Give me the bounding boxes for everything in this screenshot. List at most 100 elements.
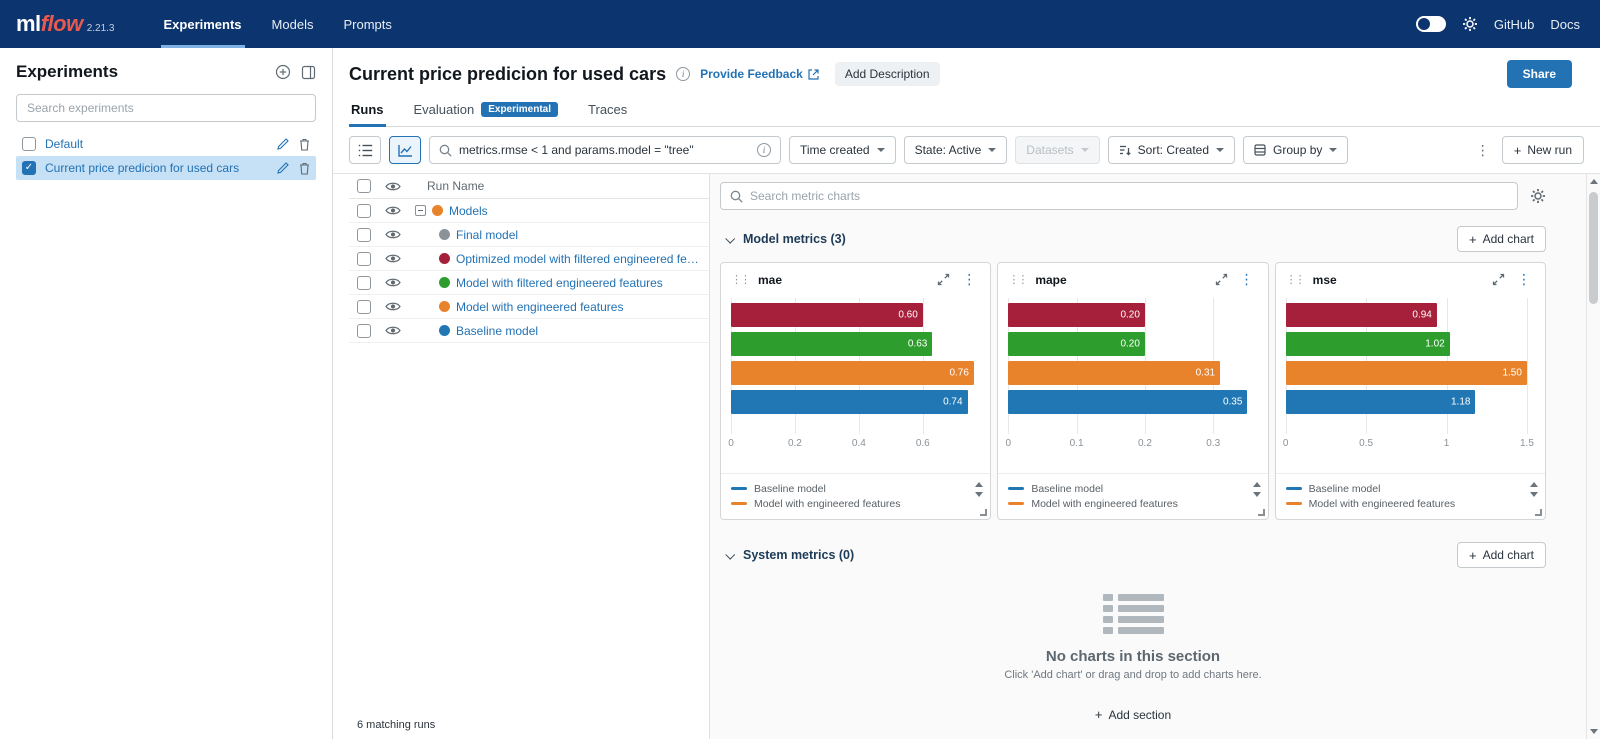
- drag-handle-icon[interactable]: ⋮⋮: [1008, 273, 1026, 286]
- nav-item-models[interactable]: Models: [257, 0, 329, 48]
- time-created-dropdown[interactable]: Time created: [789, 136, 896, 164]
- run-name-link[interactable]: Final model: [456, 228, 518, 242]
- run-name-link[interactable]: Model with filtered engineered features: [456, 276, 663, 290]
- metric-charts-search-box[interactable]: [720, 182, 1518, 210]
- drag-handle-icon[interactable]: ⋮⋮: [731, 273, 749, 286]
- scroll-up-icon[interactable]: [1587, 179, 1600, 184]
- state-dropdown[interactable]: State: Active: [904, 136, 1008, 164]
- row-checkbox[interactable]: [357, 228, 371, 242]
- visibility-eye-icon[interactable]: [385, 277, 401, 288]
- expand-chart-icon[interactable]: [937, 273, 950, 286]
- expand-chart-icon[interactable]: [1492, 273, 1505, 286]
- visibility-eye-icon[interactable]: [385, 181, 401, 192]
- tab-evaluation[interactable]: EvaluationExperimental: [412, 102, 561, 126]
- runs-search-input[interactable]: [459, 143, 750, 157]
- delete-trash-icon[interactable]: [299, 138, 310, 151]
- row-checkbox[interactable]: [357, 300, 371, 314]
- add-description-button[interactable]: Add Description: [835, 62, 940, 86]
- legend-scroll-down-icon[interactable]: [1253, 492, 1261, 497]
- visibility-eye-icon[interactable]: [385, 301, 401, 312]
- table-row[interactable]: Model with engineered features: [349, 295, 709, 319]
- scrollbar-thumb[interactable]: [1589, 192, 1598, 304]
- tab-runs[interactable]: Runs: [349, 102, 386, 126]
- table-row[interactable]: Model with filtered engineered features: [349, 271, 709, 295]
- create-experiment-icon[interactable]: [275, 64, 291, 80]
- experiment-checkbox[interactable]: [22, 161, 36, 175]
- resize-handle-icon[interactable]: [1258, 509, 1265, 516]
- mlflow-logo[interactable]: mlflow 2.21.3: [16, 11, 115, 37]
- charts-settings-gear-icon[interactable]: [1530, 188, 1546, 204]
- select-all-checkbox[interactable]: [357, 179, 371, 193]
- list-view-button[interactable]: [349, 136, 381, 164]
- chart-bar[interactable]: 1.02: [1286, 332, 1450, 356]
- run-name-link[interactable]: Model with engineered features: [456, 300, 623, 314]
- expand-chart-icon[interactable]: [1215, 273, 1228, 286]
- add-chart-button[interactable]: +Add chart: [1457, 542, 1546, 568]
- visibility-eye-icon[interactable]: [385, 325, 401, 336]
- group-by-dropdown[interactable]: Group by: [1243, 136, 1348, 164]
- settings-gear-icon[interactable]: [1462, 16, 1478, 32]
- search-experiments-input[interactable]: [16, 94, 316, 122]
- experiment-item-default[interactable]: Default: [16, 132, 316, 156]
- chart-menu-icon[interactable]: ⋮: [1236, 271, 1258, 288]
- experiment-info-icon[interactable]: i: [676, 67, 690, 81]
- table-row[interactable]: Baseline model: [349, 319, 709, 343]
- drag-handle-icon[interactable]: ⋮⋮: [1286, 273, 1304, 286]
- delete-trash-icon[interactable]: [299, 162, 310, 175]
- runs-search-box[interactable]: i: [429, 136, 781, 164]
- add-section-button[interactable]: + Add section: [1095, 707, 1171, 722]
- chart-bar[interactable]: 0.94: [1286, 303, 1437, 327]
- chart-menu-icon[interactable]: ⋮: [1513, 271, 1535, 288]
- toolbar-more-options-icon[interactable]: ⋮: [1472, 142, 1494, 159]
- search-info-icon[interactable]: i: [757, 143, 771, 157]
- nav-item-prompts[interactable]: Prompts: [328, 0, 406, 48]
- metric-charts-search-input[interactable]: [750, 189, 1508, 203]
- run-name-link[interactable]: Models: [449, 204, 488, 218]
- experiment-name-link[interactable]: Current price predicion for used cars: [45, 161, 268, 175]
- edit-pencil-icon[interactable]: [277, 162, 289, 174]
- docs-link[interactable]: Docs: [1550, 17, 1580, 32]
- legend-item[interactable]: Model with engineered features: [1286, 496, 1519, 511]
- experiment-item-current-price[interactable]: Current price predicion for used cars: [16, 156, 316, 180]
- scroll-down-icon[interactable]: [1587, 729, 1600, 734]
- new-run-button[interactable]: +New run: [1502, 136, 1584, 164]
- add-chart-button[interactable]: +Add chart: [1457, 226, 1546, 252]
- legend-scroll-up-icon[interactable]: [1530, 482, 1538, 487]
- row-checkbox[interactable]: [357, 204, 371, 218]
- row-checkbox[interactable]: [357, 276, 371, 290]
- chart-bar[interactable]: 0.60: [731, 303, 923, 327]
- experiment-checkbox[interactable]: [22, 137, 36, 151]
- nav-item-experiments[interactable]: Experiments: [149, 0, 257, 48]
- legend-scroll-down-icon[interactable]: [975, 492, 983, 497]
- chart-view-button[interactable]: [389, 136, 421, 164]
- chart-bar[interactable]: 1.50: [1286, 361, 1527, 385]
- legend-scroll-up-icon[interactable]: [1253, 482, 1261, 487]
- chart-bar[interactable]: 0.35: [1008, 390, 1247, 414]
- chart-bar[interactable]: 0.63: [731, 332, 932, 356]
- run-name-link[interactable]: Optimized model with filtered engineered…: [456, 252, 701, 266]
- collapse-minus-icon[interactable]: [415, 205, 426, 216]
- legend-item[interactable]: Baseline model: [1286, 481, 1519, 496]
- collapse-chevron-icon[interactable]: [725, 233, 735, 243]
- legend-item[interactable]: Model with engineered features: [1008, 496, 1241, 511]
- chart-bar[interactable]: 0.20: [1008, 303, 1145, 327]
- run-name-link[interactable]: Baseline model: [456, 324, 538, 338]
- table-row[interactable]: Final model: [349, 223, 709, 247]
- github-link[interactable]: GitHub: [1494, 17, 1534, 32]
- chart-menu-icon[interactable]: ⋮: [958, 271, 980, 288]
- legend-scroll-down-icon[interactable]: [1530, 492, 1538, 497]
- share-button[interactable]: Share: [1507, 60, 1572, 88]
- experiment-name-link[interactable]: Default: [45, 137, 268, 151]
- legend-scroll-up-icon[interactable]: [975, 482, 983, 487]
- collapse-chevron-icon[interactable]: [725, 549, 735, 559]
- sort-dropdown[interactable]: Sort: Created: [1108, 136, 1235, 164]
- pop-out-panel-icon[interactable]: [301, 65, 316, 80]
- theme-toggle[interactable]: [1416, 16, 1446, 32]
- vertical-scrollbar[interactable]: [1586, 174, 1600, 739]
- tab-traces[interactable]: Traces: [586, 102, 629, 126]
- row-checkbox[interactable]: [357, 252, 371, 266]
- row-checkbox[interactable]: [357, 324, 371, 338]
- chart-bar[interactable]: 0.20: [1008, 332, 1145, 356]
- table-row[interactable]: Optimized model with filtered engineered…: [349, 247, 709, 271]
- edit-pencil-icon[interactable]: [277, 138, 289, 150]
